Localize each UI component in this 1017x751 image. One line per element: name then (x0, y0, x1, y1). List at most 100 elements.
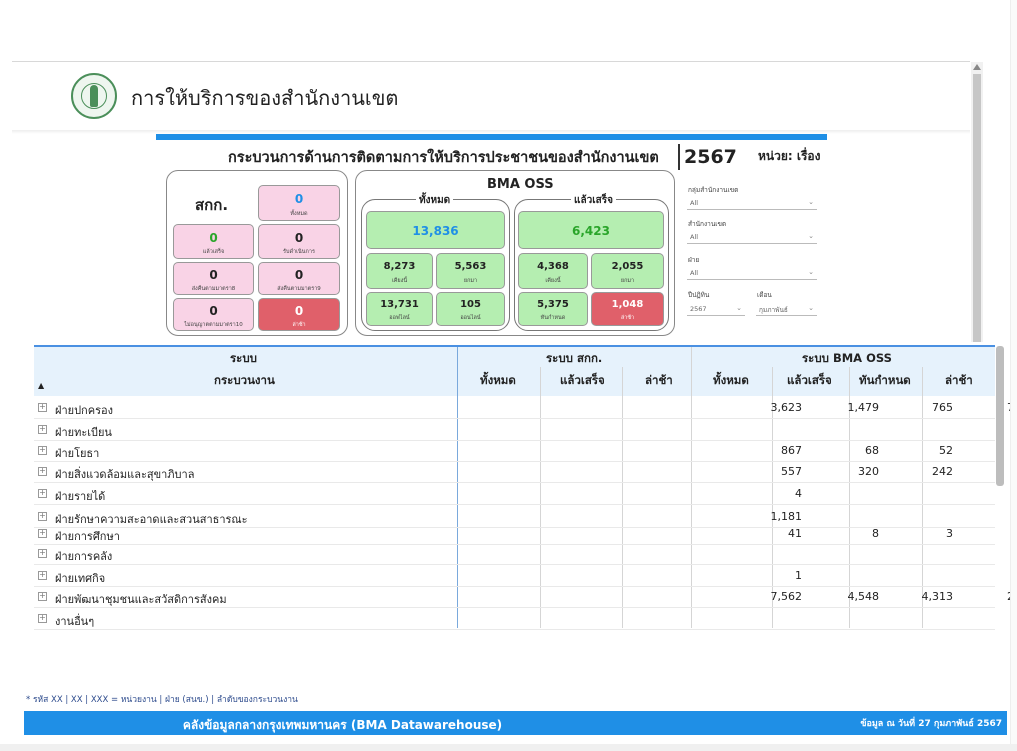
oss-all-online-card[interactable]: 105 ออนไลน์ (436, 292, 505, 326)
oss-all-month-card[interactable]: 8,273 เคียงนี้ (366, 253, 433, 289)
oss-all-offline-card[interactable]: 13,731 ออฟไลน์ (366, 292, 433, 326)
row-label: ฝ่ายโยธา (55, 447, 100, 460)
expand-icon[interactable]: + (38, 592, 47, 601)
cell-oss-done: 1,479 (847, 401, 880, 414)
table-row[interactable]: +ฝ่ายโยธา867685216 (34, 440, 1017, 462)
card-value: 2,055 (611, 261, 644, 272)
sk-late-card[interactable]: 0 ล่าช้า (258, 298, 340, 331)
card-label: ยกมา (463, 278, 478, 284)
card-value: 13,836 (412, 224, 459, 238)
table-row[interactable]: + ฝ่ายรายได้ 4 (34, 483, 995, 505)
expand-icon[interactable]: + (38, 529, 47, 538)
logo-figure (90, 85, 98, 107)
table-row[interactable]: + ฝ่ายการคลัง (34, 543, 995, 565)
footer-bar: คลังข้อมูลกลางกรุงเทพมหานคร (BMA Datawar… (24, 711, 1007, 735)
card-label: ทั้งหมด (290, 211, 308, 217)
cell-oss-done: 320 (858, 465, 879, 478)
chevron-down-icon: ⌄ (808, 232, 814, 240)
filter-month-label: เดือน (757, 291, 772, 299)
sk-return8-card[interactable]: 0 ส่งคืนตามมาตรา8 (173, 262, 254, 295)
expand-icon[interactable]: + (38, 512, 47, 521)
sk-total-card[interactable]: 0 ทั้งหมด (258, 185, 340, 221)
th-process[interactable]: กระบวนงาน (214, 372, 275, 390)
table-row[interactable]: + ฝ่ายทะเบียน (34, 419, 995, 441)
card-label: ล่าช้า (620, 315, 635, 321)
sk-inprogress-card[interactable]: 0 รับดำเนินการ (258, 224, 340, 259)
chevron-down-icon: ⌄ (736, 304, 742, 312)
select-value: กุมภาพันธ์ (759, 306, 788, 314)
expand-icon[interactable]: + (38, 549, 47, 558)
sk-done-card[interactable]: 0 แล้วเสร็จ (173, 224, 254, 259)
footer-title: คลังข้อมูลกลางกรุงเทพมหานคร (BMA Datawar… (182, 718, 503, 732)
expand-icon[interactable]: + (38, 403, 47, 412)
oss-done-late-card[interactable]: 1,048 ล่าช้า (591, 292, 664, 326)
dashboard-accent-bar (156, 134, 827, 140)
card-value: 105 (460, 299, 481, 310)
select-value: All (690, 199, 699, 207)
sk-denied10-card[interactable]: 0 ไม่อนุญาตตามมาตรา10 (173, 298, 254, 331)
cell-oss-ontime: 4,313 (921, 590, 954, 603)
table-scrollbar-thumb[interactable] (996, 346, 1004, 486)
table-row[interactable]: + งานอื่นๆ (34, 608, 995, 630)
row-label: ฝ่ายสิ่งแวดล้อมและสุขาภิบาล (55, 468, 195, 481)
oss-all-carried-card[interactable]: 5,563 ยกมา (436, 253, 505, 289)
card-value: 4,368 (537, 261, 569, 272)
filter-year-label: ปีปฏิทิน (688, 291, 710, 299)
th-sk-all[interactable]: ทั้งหมด (480, 372, 516, 390)
oss-done-label: แล้วเสร็จ (571, 193, 616, 208)
cell-oss-all: 1 (795, 569, 802, 582)
th-oss-done[interactable]: แล้วเสร็จ (787, 372, 832, 390)
table-row[interactable]: +ฝ่ายการศึกษา41835 (34, 523, 995, 545)
cell-oss-done: 8 (872, 527, 879, 540)
filter-month-select[interactable]: กุมภาพันธ์ ⌄ (756, 302, 817, 316)
card-value: 8,273 (383, 261, 416, 272)
cell-oss-all: 41 (788, 527, 802, 540)
sk-return9-card[interactable]: 0 ส่งคืนตามมาตรา9 (258, 262, 340, 295)
card-value: 1,048 (611, 299, 644, 310)
oss-all-total-card[interactable]: 13,836 (366, 211, 505, 249)
cell-oss-ontime: 52 (939, 444, 953, 457)
sk-title: สกก. (195, 196, 229, 214)
select-value: 2567 (690, 305, 707, 313)
card-label: ออฟไลน์ (389, 315, 410, 321)
expand-icon[interactable]: + (38, 425, 47, 434)
sort-asc-icon[interactable]: ▲ (38, 381, 44, 390)
th-system: ระบบ (230, 351, 257, 365)
scroll-up-icon[interactable] (973, 64, 981, 70)
filter-office-select[interactable]: All ⌄ (687, 230, 817, 244)
oss-done-ontime-card[interactable]: 5,375 ทันกำหนด (518, 292, 588, 326)
oss-done-month-card[interactable]: 4,368 เคียงนี้ (518, 253, 588, 289)
th-sk-late[interactable]: ล่าช้า (645, 372, 673, 390)
oss-all-label: ทั้งหมด (416, 193, 454, 208)
card-label: ออนไลน์ (460, 315, 481, 321)
filter-year-select[interactable]: 2567 ⌄ (687, 302, 745, 316)
expand-icon[interactable]: + (38, 571, 47, 580)
oss-done-total-card[interactable]: 6,423 (518, 211, 664, 249)
expand-icon[interactable]: + (38, 446, 47, 455)
year-display: 2567 (684, 146, 737, 168)
card-label: เคียงนี้ (545, 278, 561, 284)
expand-icon[interactable]: + (38, 614, 47, 623)
oss-done-carried-card[interactable]: 2,055 ยกมา (591, 253, 664, 289)
expand-icon[interactable]: + (38, 489, 47, 498)
bma-logo (71, 73, 117, 119)
th-oss-ontime[interactable]: ทันกำหนด (859, 372, 911, 390)
page-scrollbar[interactable] (971, 62, 983, 342)
table-row[interactable]: +ฝ่ายปกครอง3,6231,479765714 (34, 397, 1017, 419)
table-row[interactable]: + ฝ่ายพัฒนาชุมชนและสวัสดิการสังคม 7,562 4,5… (34, 586, 1017, 608)
filter-group-select[interactable]: All ⌄ (687, 196, 817, 210)
cell-oss-all: 557 (781, 465, 802, 478)
filter-division-label: ฝ่าย (688, 256, 700, 264)
table-row[interactable]: + ฝ่ายเทศกิจ 1 (34, 565, 995, 587)
table-row[interactable]: +ฝ่ายสิ่งแวดล้อมและสุขาภิบาล55732024278 (34, 461, 1017, 483)
header-divider (12, 61, 970, 62)
th-oss-all[interactable]: ทั้งหมด (713, 372, 749, 390)
card-value: 0 (209, 304, 218, 318)
th-sk-done[interactable]: แล้วเสร็จ (560, 372, 605, 390)
th-oss-late[interactable]: ล่าช้า (945, 372, 973, 390)
filter-division-select[interactable]: All ⌄ (687, 266, 817, 280)
expand-icon[interactable]: + (38, 467, 47, 476)
card-value: 0 (294, 231, 304, 245)
scrollbar-thumb[interactable] (973, 74, 981, 342)
cell-oss-ontime: 242 (932, 465, 953, 478)
